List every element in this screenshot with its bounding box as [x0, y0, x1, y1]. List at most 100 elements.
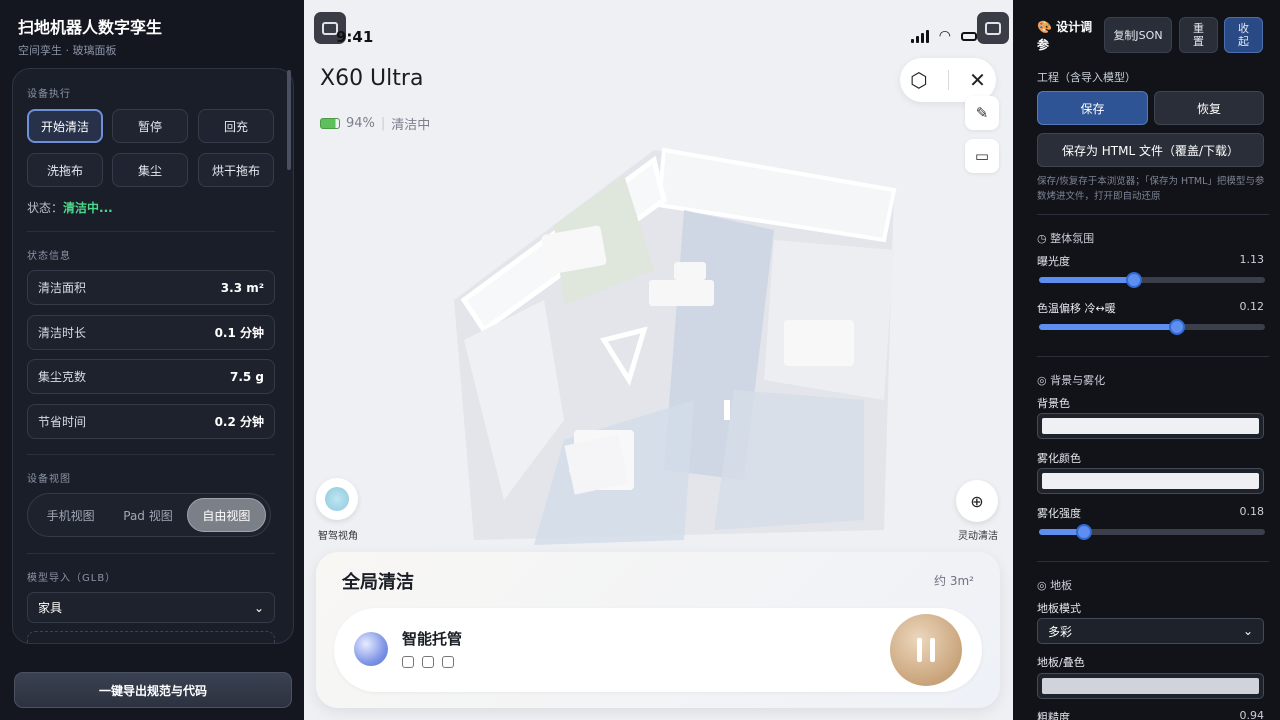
edit-icon: ✎: [975, 104, 989, 122]
reset-button[interactable]: 重置: [1179, 17, 1218, 53]
toggle-right-panel-button[interactable]: [977, 12, 1009, 44]
fog-strength-slider[interactable]: [1039, 524, 1265, 540]
pause-bar: [930, 638, 935, 662]
signal-icon: [910, 29, 929, 43]
route-plus-icon: ⊕: [970, 491, 984, 511]
battery-charging-icon: [320, 118, 340, 129]
scene-viewport[interactable]: 9:41 ◠ X60 Ultra 94% | 清洁中 ⬡ ✕ ✎ ▭ 智驾视角 …: [304, 0, 1013, 720]
recharge-button[interactable]: 回充: [198, 109, 274, 143]
sheet-title: 全局清洁: [342, 572, 414, 593]
stat-value: 0.1 分钟: [214, 326, 264, 340]
scrollbar-thumb[interactable]: [287, 70, 291, 170]
view-option-phone[interactable]: 手机视图: [32, 498, 109, 532]
flex-clean-button[interactable]: ⊕: [956, 480, 998, 522]
divider: [1037, 561, 1269, 562]
device-title: X60 Ultra: [320, 66, 424, 91]
start-clean-button[interactable]: 开始清洁: [27, 109, 103, 143]
collapse-button[interactable]: 收起: [1224, 17, 1263, 53]
save-html-button[interactable]: 保存为 HTML 文件（覆盖/下载）: [1037, 133, 1264, 167]
battery-icon: [961, 31, 977, 41]
select-value: 家具: [38, 601, 63, 615]
camera-button[interactable]: ▭: [965, 139, 999, 173]
temp-value: 0.12: [1239, 300, 1265, 313]
color-swatch: [1042, 678, 1259, 694]
divider: [27, 553, 275, 554]
floor-mode-select[interactable]: 多彩 ⌄: [1037, 618, 1264, 644]
slider-fill: [1039, 277, 1134, 283]
pause-bar: [917, 638, 922, 662]
slider-knob[interactable]: [1076, 524, 1093, 540]
export-spec-button[interactable]: 一键导出规范与代码: [14, 672, 292, 708]
stat-value: 0.2 分钟: [214, 415, 264, 429]
fog-color-label: 雾化颜色: [1037, 452, 1081, 465]
glass-panel[interactable]: 设备执行 开始清洁 暂停 回充 洗拖布 集尘 烘干拖布 状态：清洁中... 状态…: [12, 68, 294, 644]
view-option-free[interactable]: 自由视图: [186, 498, 266, 532]
design-tuning-panel: 🎨 设计调参 复制JSON 重置 收起 工程（含导入模型） 保存 恢复 保存为 …: [1013, 0, 1280, 720]
robot-view-icon: [325, 487, 349, 511]
chevron-down-icon: ⌄: [1242, 624, 1253, 638]
stat-key: 清洁时长: [38, 326, 87, 340]
orb-icon: [354, 632, 388, 666]
mop-icon: [442, 656, 454, 668]
app-title: 扫地机器人数字孪生: [18, 18, 163, 37]
pause-button[interactable]: 暂停: [112, 109, 188, 143]
wash-mop-button[interactable]: 洗拖布: [27, 153, 103, 187]
app-subtitle: 空间孪生 · 玻璃面板: [18, 44, 117, 57]
water-drop-icon: [422, 656, 434, 668]
floor-tint-label: 地板/叠色: [1037, 656, 1085, 669]
atmosphere-section-label: ◷ 整体氛围: [1037, 232, 1095, 245]
restore-button[interactable]: 恢复: [1154, 91, 1264, 125]
edit-map-button[interactable]: ✎: [965, 96, 999, 130]
color-swatch: [1042, 473, 1259, 489]
model-import-select[interactable]: 家具 ⌄: [27, 592, 275, 623]
dry-mop-button[interactable]: 烘干拖布: [198, 153, 274, 187]
save-button[interactable]: 保存: [1037, 91, 1148, 125]
mode-icons: [402, 656, 454, 668]
exposure-value: 1.13: [1239, 253, 1265, 266]
file-drop-zone[interactable]: [27, 631, 275, 643]
hexagon-settings-icon[interactable]: ⬡: [910, 68, 927, 92]
temp-label: 色温偏移 冷↔暖: [1037, 302, 1116, 315]
view-option-pad[interactable]: Pad 视图: [109, 498, 186, 532]
separator: |: [380, 116, 386, 131]
sidebar-icon: [985, 21, 1001, 35]
device-status-line: 状态：清洁中...: [27, 199, 113, 216]
stat-clean-duration: 清洁时长 0.1 分钟: [27, 315, 275, 350]
slider-knob[interactable]: [1168, 319, 1185, 335]
card-title: 智能托管: [402, 630, 463, 648]
flex-clean-label: 灵动清洁: [958, 531, 998, 542]
view-segmented-control: 手机视图 Pad 视图 自由视图: [27, 493, 271, 537]
smart-view-button[interactable]: [316, 478, 358, 520]
status-info-label: 状态信息: [27, 251, 71, 262]
stat-key: 集尘克数: [38, 370, 87, 384]
status-label: 状态：: [27, 201, 64, 215]
dust-collect-button[interactable]: 集尘: [112, 153, 188, 187]
bg-color-picker[interactable]: [1037, 413, 1264, 439]
execution-section-label: 设备执行: [27, 89, 71, 100]
clean-bottom-sheet: 全局清洁 约 3m² 智能托管: [316, 552, 1000, 708]
floor-section-label: ◎ 地板: [1037, 579, 1073, 592]
temp-slider[interactable]: [1039, 319, 1265, 335]
divider: [27, 231, 275, 232]
status-bar-icons: ◠: [910, 28, 977, 44]
background-section-label: ◎ 背景与雾化: [1037, 374, 1106, 387]
floor-tint-picker[interactable]: [1037, 673, 1264, 699]
bg-color-label: 背景色: [1037, 397, 1070, 410]
close-icon[interactable]: ✕: [969, 68, 986, 92]
view-section-label: 设备视图: [27, 474, 71, 485]
stat-clean-area: 清洁面积 3.3 m²: [27, 270, 275, 305]
status-value: 清洁中...: [63, 201, 113, 215]
exposure-slider[interactable]: [1039, 272, 1265, 288]
divider: [27, 454, 275, 455]
select-value: 多彩: [1048, 624, 1073, 639]
chevron-down-icon: ⌄: [253, 600, 264, 615]
fog-strength-value: 0.18: [1239, 505, 1265, 518]
slider-knob[interactable]: [1125, 272, 1142, 288]
copy-json-button[interactable]: 复制JSON: [1104, 17, 1172, 53]
smart-care-card[interactable]: 智能托管: [334, 608, 982, 692]
pause-cleaning-button[interactable]: [890, 614, 962, 686]
roughness-value: 0.94: [1239, 709, 1265, 720]
fog-color-picker[interactable]: [1037, 468, 1264, 494]
divider: [1037, 356, 1269, 357]
stat-key: 清洁面积: [38, 281, 87, 295]
